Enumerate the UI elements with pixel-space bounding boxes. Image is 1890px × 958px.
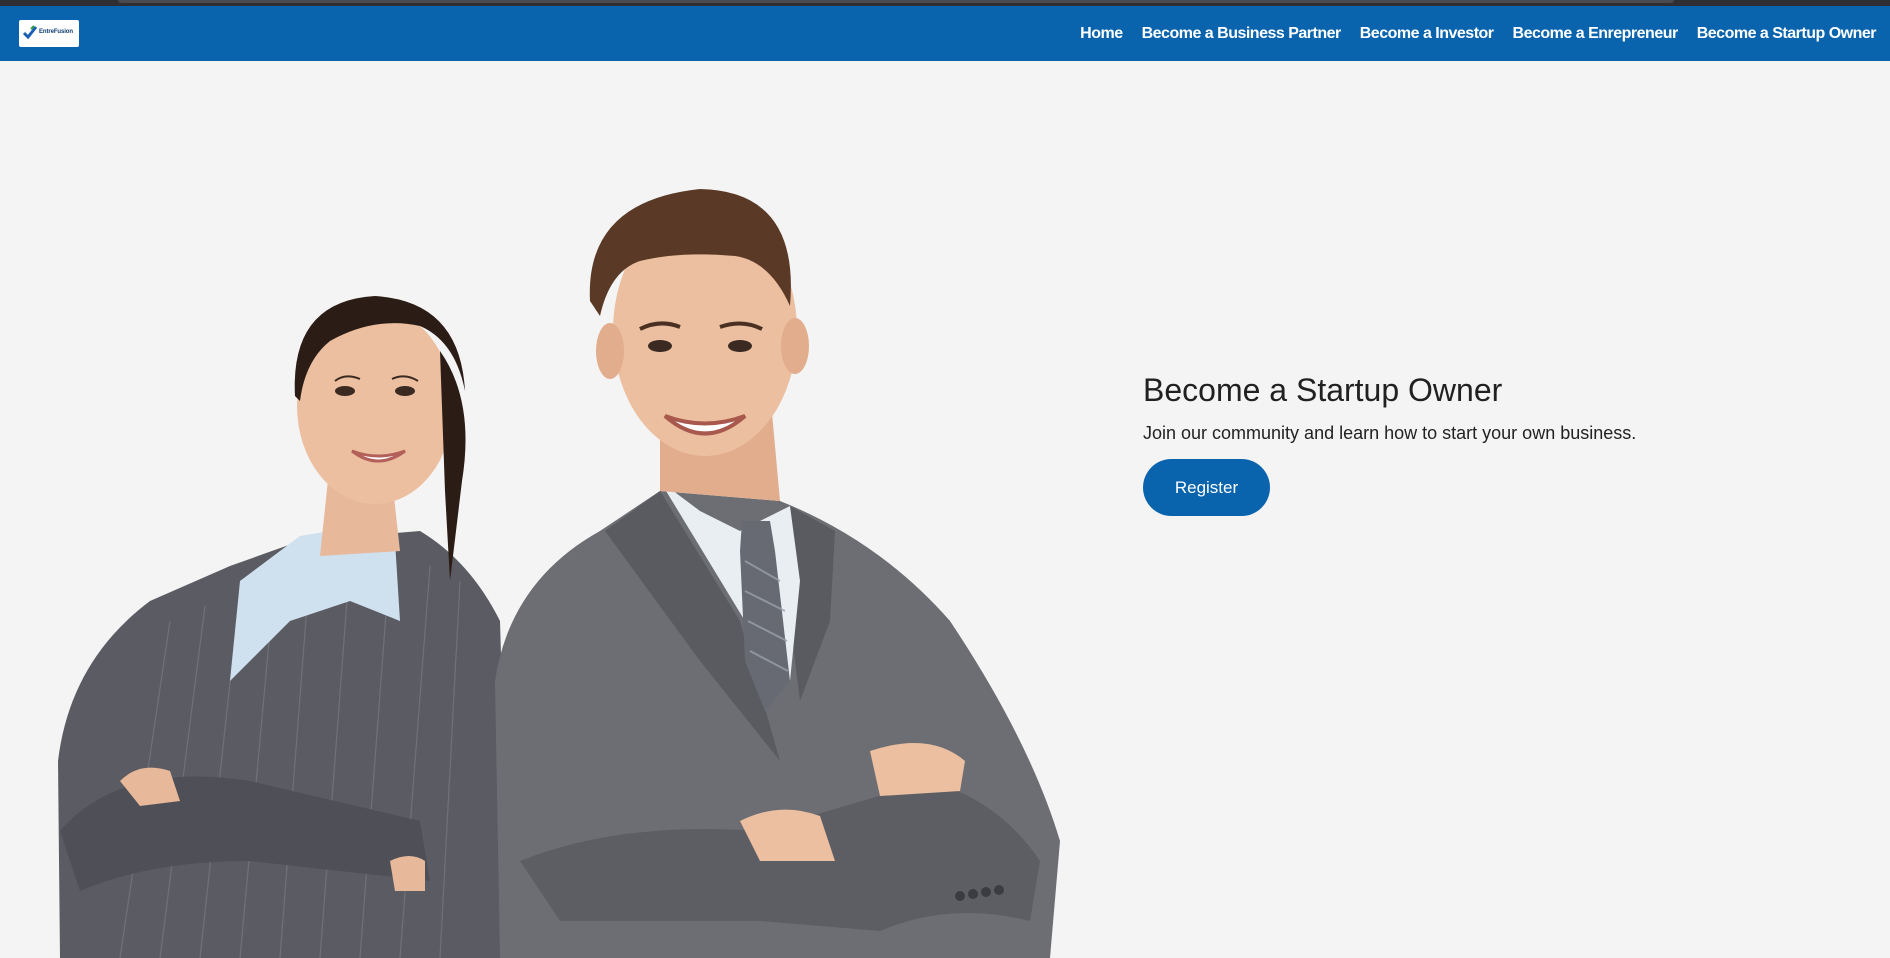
nav-entrepreneur[interactable]: Become a Enrepreneur [1513,25,1679,43]
register-button[interactable]: Register [1143,459,1270,516]
hero-people-image [58,189,1060,958]
nav-home[interactable]: Home [1080,25,1123,43]
nav-business-partner[interactable]: Become a Business Partner [1142,25,1342,43]
browser-tab-strip [118,0,1674,3]
navbar: EntreFusion Home Become a Business Partn… [0,6,1890,61]
hero-subtitle: Join our community and learn how to star… [1143,423,1637,443]
woman-figure [58,296,510,958]
hero-section: Become a Startup Owner Join our communit… [1143,372,1636,516]
checkmark-logo-icon [22,25,38,40]
man-figure [495,189,1060,958]
logo-text: EntreFusion [39,29,73,35]
hero-title: Become a Startup Owner [1143,372,1503,408]
nav-startup-owner[interactable]: Become a Startup Owner [1697,25,1877,43]
nav-investor[interactable]: Become a Investor [1360,25,1494,43]
site-logo[interactable]: EntreFusion [19,20,79,47]
main-nav: Home Become a Business Partner Become a … [1080,6,1876,61]
